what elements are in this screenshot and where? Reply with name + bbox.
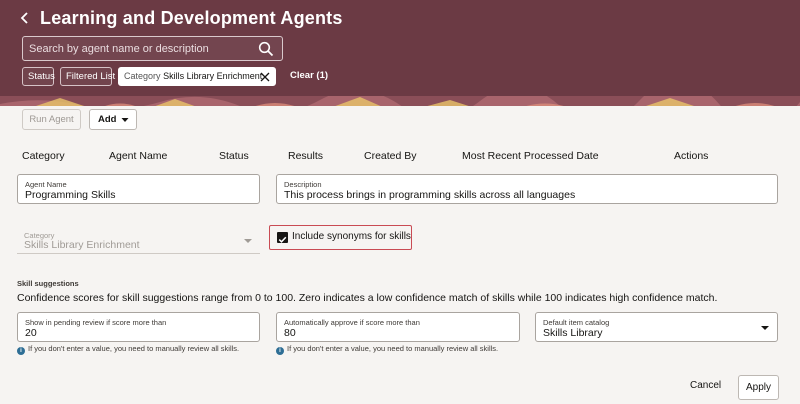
column-header-category[interactable]: Category bbox=[22, 150, 65, 162]
status-filter-chip[interactable]: Status bbox=[22, 67, 55, 86]
category-select: Category Skills Library Enrichment bbox=[17, 228, 260, 254]
info-icon: i bbox=[276, 347, 284, 355]
dropdown-arrow-icon[interactable] bbox=[760, 323, 770, 333]
dropdown-arrow-icon bbox=[244, 239, 252, 243]
search-box[interactable] bbox=[22, 36, 283, 61]
include-synonyms-label[interactable]: Include synonyms for skills bbox=[292, 231, 411, 242]
agent-name-value[interactable]: Programming Skills bbox=[25, 189, 242, 201]
page-header: Learning and Development Agents Status F… bbox=[0, 0, 800, 106]
info-icon: i bbox=[17, 347, 25, 355]
search-icon[interactable] bbox=[258, 41, 274, 57]
close-icon[interactable] bbox=[259, 71, 271, 83]
include-synonyms-highlight: Include synonyms for skills bbox=[269, 225, 412, 250]
chevron-left-icon[interactable] bbox=[16, 9, 34, 27]
pending-review-label: Show in pending review if score more tha… bbox=[25, 318, 167, 327]
pending-review-value[interactable]: 20 bbox=[25, 327, 242, 339]
description-value[interactable]: This process brings in programming skill… bbox=[284, 189, 734, 201]
auto-approve-help-text: If you don't enter a value, you need to … bbox=[287, 344, 499, 353]
add-button-label: Add bbox=[98, 114, 117, 125]
agent-name-field[interactable]: Agent Name Programming Skills bbox=[17, 174, 260, 204]
column-header-status[interactable]: Status bbox=[219, 150, 249, 162]
clear-filters-link[interactable]: Clear (1) bbox=[290, 70, 328, 81]
checkmark-icon bbox=[278, 236, 287, 243]
agent-name-label: Agent Name bbox=[25, 180, 67, 189]
header-decoration bbox=[0, 96, 800, 106]
column-header-agent-name[interactable]: Agent Name bbox=[109, 150, 167, 162]
item-catalog-select[interactable]: Default item catalog Skills Library bbox=[535, 312, 778, 342]
category-chip-label: Category bbox=[124, 71, 161, 81]
category-value: Skills Library Enrichment bbox=[24, 239, 140, 251]
category-chip-value: Skills Library Enrichment bbox=[163, 71, 263, 81]
description-field[interactable]: Description This process brings in progr… bbox=[276, 174, 778, 204]
search-input[interactable] bbox=[29, 40, 254, 58]
item-catalog-label: Default item catalog bbox=[543, 318, 610, 327]
category-filter-chip[interactable]: Category Skills Library Enrichment bbox=[118, 67, 276, 86]
description-label: Description bbox=[284, 180, 322, 189]
column-header-actions: Actions bbox=[674, 150, 709, 162]
column-header-processed-date[interactable]: Most Recent Processed Date bbox=[462, 150, 599, 162]
auto-approve-field[interactable]: Automatically approve if score more than… bbox=[276, 312, 520, 342]
column-header-results[interactable]: Results bbox=[288, 150, 323, 162]
page-title: Learning and Development Agents bbox=[40, 8, 343, 28]
item-catalog-value: Skills Library bbox=[543, 327, 603, 339]
filtered-list-chip[interactable]: Filtered List bbox=[60, 67, 115, 86]
add-button[interactable]: Add bbox=[89, 109, 137, 130]
pending-review-help-text: If you don't enter a value, you need to … bbox=[28, 344, 240, 353]
include-synonyms-checkbox[interactable] bbox=[277, 232, 288, 243]
apply-button[interactable]: Apply bbox=[738, 375, 779, 400]
cancel-button[interactable]: Cancel bbox=[690, 380, 721, 391]
column-header-created-by[interactable]: Created By bbox=[364, 150, 417, 162]
pending-review-field[interactable]: Show in pending review if score more tha… bbox=[17, 312, 260, 342]
run-agent-button[interactable]: Run Agent bbox=[22, 109, 81, 130]
pending-review-help: i If you don't enter a value, you need to… bbox=[17, 344, 239, 355]
auto-approve-label: Automatically approve if score more than bbox=[284, 318, 420, 327]
chevron-down-icon bbox=[121, 118, 129, 122]
skill-suggestions-title: Skill suggestions bbox=[17, 279, 79, 288]
skill-suggestions-description: Confidence scores for skill suggestions … bbox=[17, 292, 718, 304]
auto-approve-help: i If you don't enter a value, you need to… bbox=[276, 344, 498, 355]
auto-approve-value[interactable]: 80 bbox=[284, 327, 502, 339]
